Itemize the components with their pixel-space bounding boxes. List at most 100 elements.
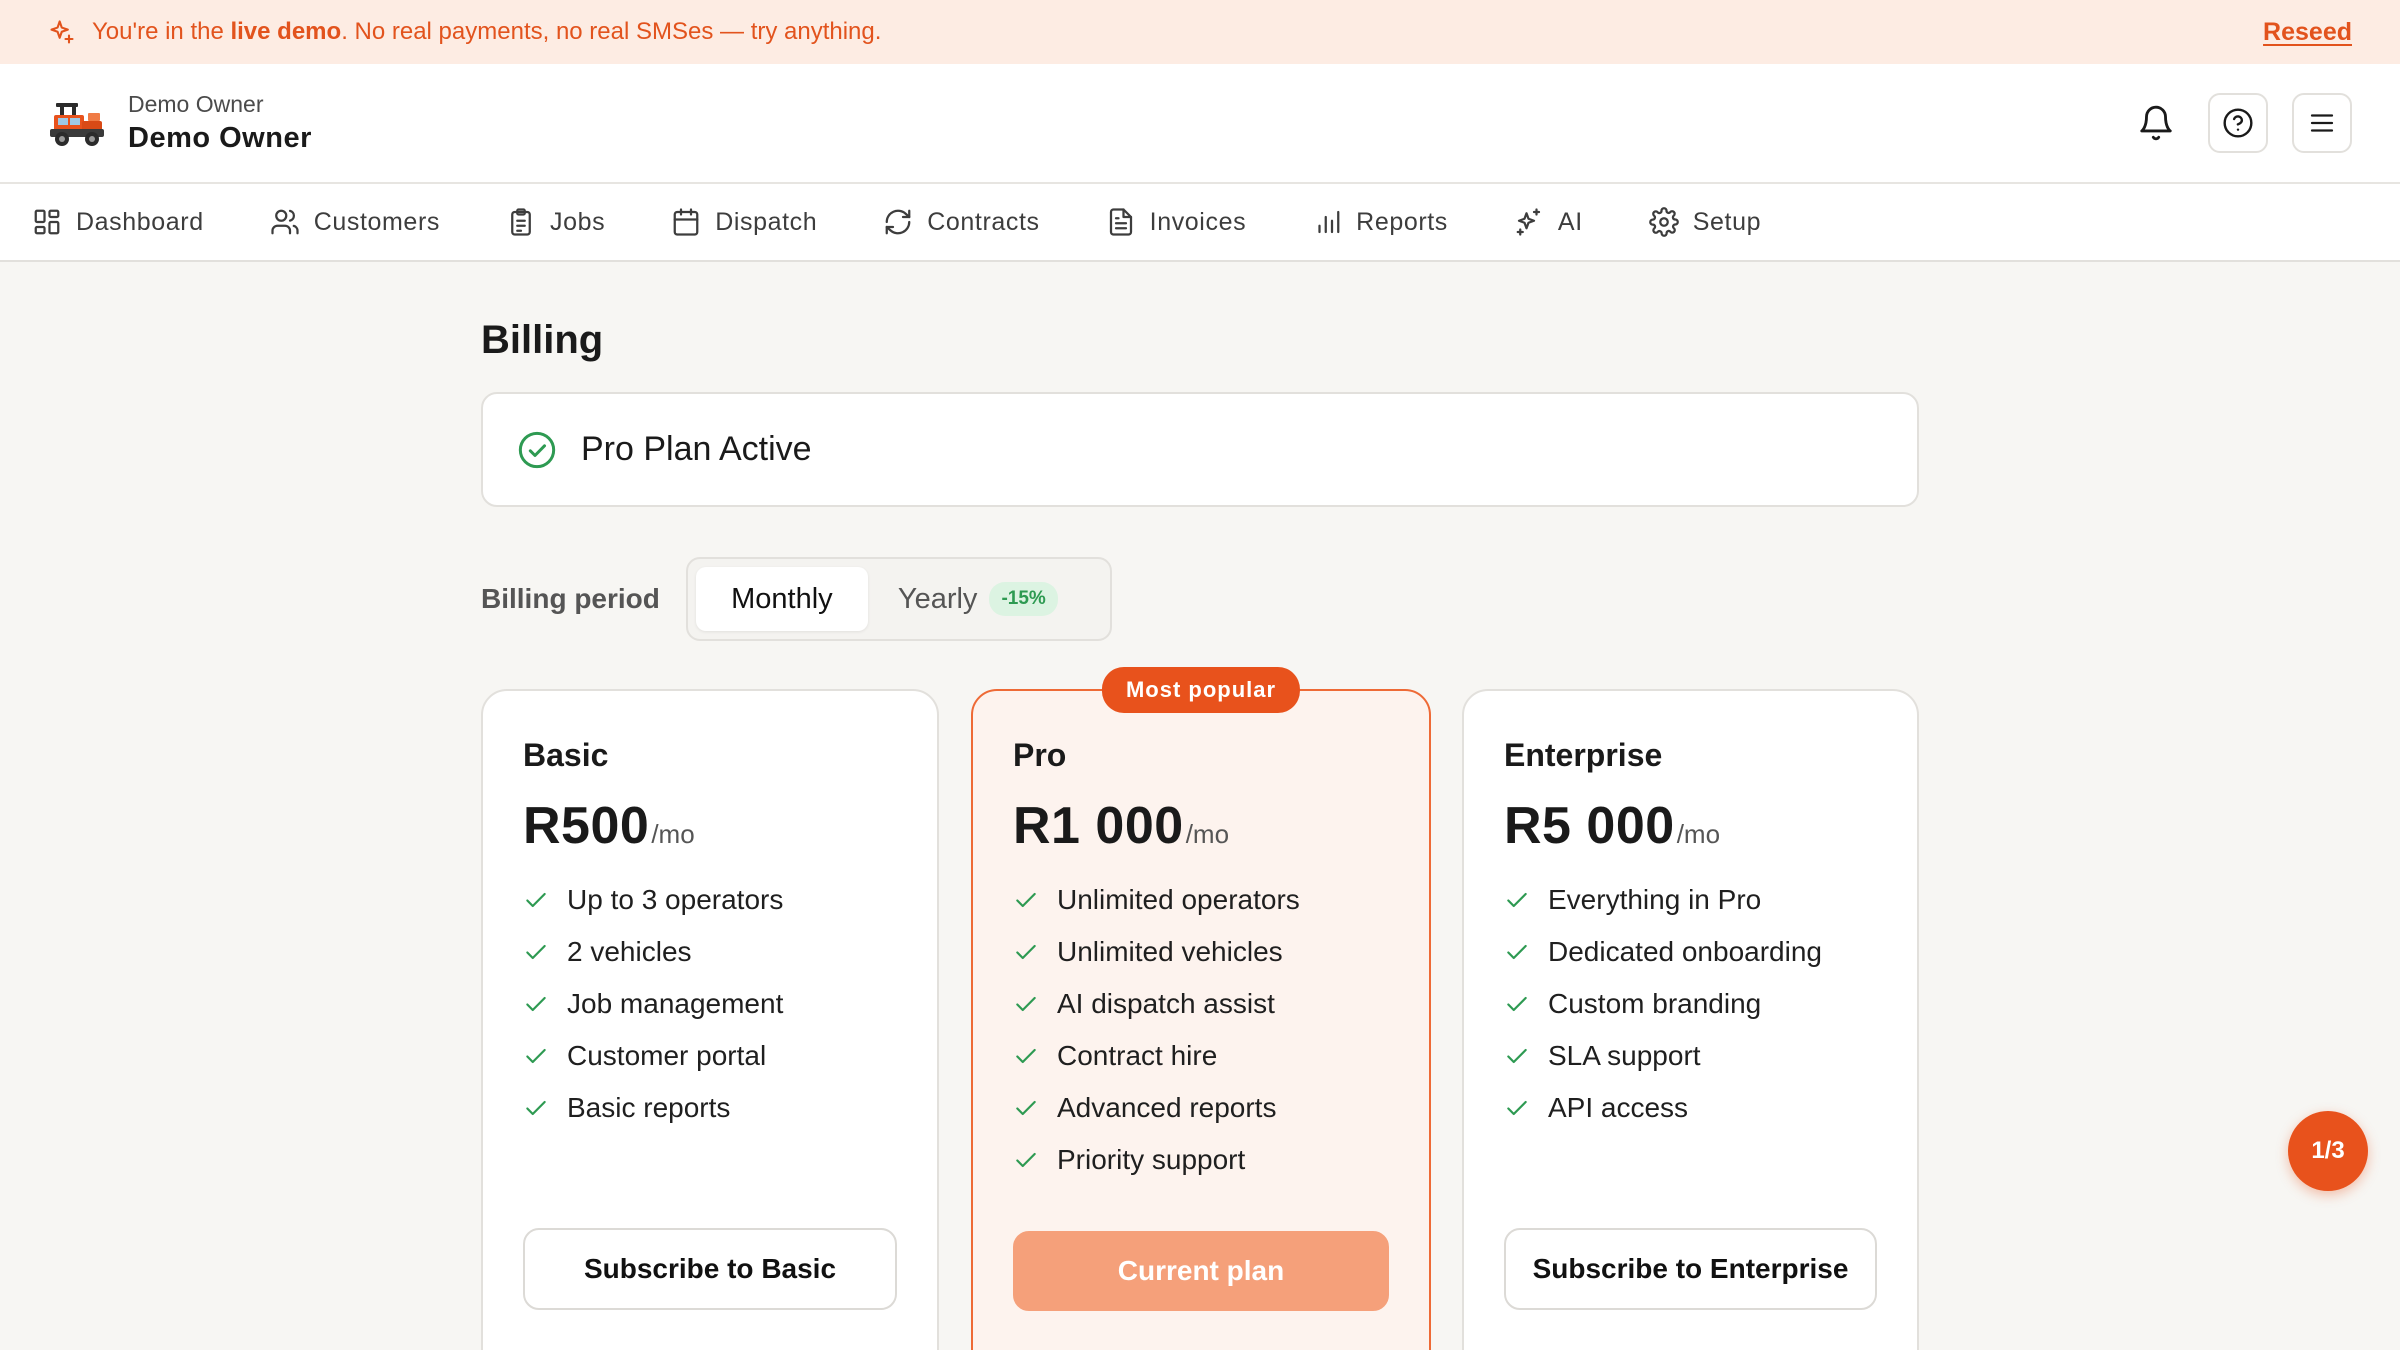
feature-item: Basic reports [523,1082,897,1134]
nav-item-dispatch[interactable]: Dispatch [671,207,817,237]
nav-item-contracts[interactable]: Contracts [883,207,1039,237]
tour-pager-button[interactable]: 1/3 [2288,1111,2368,1191]
hamburger-icon [2307,108,2337,138]
demo-banner: You're in the live demo. No real payment… [0,0,2400,64]
yearly-discount-badge: -15% [989,582,1058,616]
nav-label: Contracts [927,207,1040,236]
check-icon [526,944,546,960]
plan-card-enterprise: Enterprise R5 000 /mo Everything in Pro … [1462,689,1919,1350]
check-icon [1016,944,1036,960]
check-icon [526,892,546,908]
clipboard-icon [506,207,536,237]
nav-item-ai[interactable]: AI [1514,207,1583,237]
feature-list: Everything in Pro Dedicated onboarding C… [1504,874,1877,1134]
feature-item: Everything in Pro [1504,874,1877,926]
price-amount: R500 [523,797,650,855]
feature-item: Priority support [1013,1134,1389,1186]
check-icon [526,1048,546,1064]
nav-item-customers[interactable]: Customers [270,207,440,237]
plan-name: Enterprise [1504,737,1663,773]
sparkles-icon [1514,207,1544,237]
feature-item: Job management [523,978,897,1030]
page-title: Billing [481,318,604,362]
check-icon [526,996,546,1012]
plan-card-pro: Most popular Pro R1 000 /mo Unlimited op… [971,667,1431,1350]
gear-icon [1648,207,1679,237]
price-amount: R1 000 [1013,797,1184,855]
feature-item: AI dispatch assist [1013,978,1389,1030]
subscribe-enterprise-button[interactable]: Subscribe to Enterprise [1504,1228,1877,1310]
plan-price: R5 000 /mo [1504,796,1877,856]
price-period: /mo [651,819,695,849]
plan-status-card: Pro Plan Active [481,392,1919,507]
billing-period-label: Billing period [481,583,660,614]
nav-label: Customers [313,207,440,236]
feature-item: Custom branding [1504,978,1877,1030]
check-icon [1016,892,1036,908]
check-icon [1507,1048,1527,1064]
nav-label: Setup [1692,207,1762,236]
plan-name: Basic [523,737,609,773]
nav-item-setup[interactable]: Setup [1648,207,1762,237]
price-period: /mo [1185,819,1230,849]
bar-chart-icon [1312,207,1342,237]
yearly-label: Yearly [897,582,978,615]
file-icon [1106,207,1136,237]
billing-period: Billing period Monthly Yearly -15% [481,556,1112,642]
plan-price: R500 /mo [523,796,897,856]
check-circle-icon [517,430,557,470]
plan-status-text: Pro Plan Active [581,430,812,468]
notifications-button[interactable] [2128,95,2184,151]
org-info: Demo Owner Demo Owner [128,91,312,155]
sparkle-icon [48,18,76,46]
feature-item: Unlimited operators [1013,874,1389,926]
help-button[interactable] [2208,93,2268,153]
feature-item: Dedicated onboarding [1504,926,1877,978]
help-circle-icon [2222,107,2254,139]
app-header: Demo Owner Demo Owner [0,64,2400,184]
grid-icon [32,207,62,237]
price-amount: R5 000 [1504,797,1675,855]
reseed-link[interactable]: Reseed [2263,18,2352,47]
yearly-option[interactable]: Yearly -15% [868,567,1058,631]
check-icon [1016,1152,1036,1168]
check-icon [1507,944,1527,960]
feature-item: Advanced reports [1013,1082,1389,1134]
nav-item-reports[interactable]: Reports [1312,207,1448,237]
nav-label: AI [1557,207,1583,236]
nav-item-invoices[interactable]: Invoices [1106,207,1247,237]
nav-item-dashboard[interactable]: Dashboard [32,207,204,237]
plan-price: R1 000 /mo [1013,796,1389,856]
nav-label: Dashboard [76,207,204,236]
check-icon [1016,1048,1036,1064]
feature-item: Up to 3 operators [523,874,897,926]
feature-item: 2 vehicles [523,926,897,978]
feature-list: Up to 3 operators 2 vehicles Job managem… [523,874,897,1134]
current-plan-button[interactable]: Current plan [1013,1231,1389,1311]
plan-card-basic: Basic R500 /mo Up to 3 operators 2 vehic… [481,689,939,1350]
check-icon [1507,892,1527,908]
check-icon [1016,1100,1036,1116]
nav-label: Reports [1356,207,1448,236]
org-subtitle: Demo Owner [128,91,264,117]
feature-item: Customer portal [523,1030,897,1082]
header-actions [2128,93,2352,153]
nav-label: Dispatch [715,207,818,236]
feature-item: Unlimited vehicles [1013,926,1389,978]
nav-label: Jobs [549,207,606,236]
nav-item-jobs[interactable]: Jobs [506,207,605,237]
most-popular-badge: Most popular [1101,667,1301,713]
feature-item: API access [1504,1082,1877,1134]
monthly-option[interactable]: Monthly [695,567,868,631]
subscribe-basic-button[interactable]: Subscribe to Basic [523,1228,897,1310]
org-name: Demo Owner [128,122,312,154]
banner-text: You're in the live demo. No real payment… [92,18,882,45]
feature-list: Unlimited operators Unlimited vehicles A… [1013,874,1389,1186]
plan-name: Pro [1013,737,1067,773]
users-icon [270,207,300,237]
bell-icon [2137,104,2175,142]
feature-item: SLA support [1504,1030,1877,1082]
menu-button[interactable] [2292,93,2352,153]
price-period: /mo [1676,819,1721,849]
feature-item: Contract hire [1013,1030,1389,1082]
